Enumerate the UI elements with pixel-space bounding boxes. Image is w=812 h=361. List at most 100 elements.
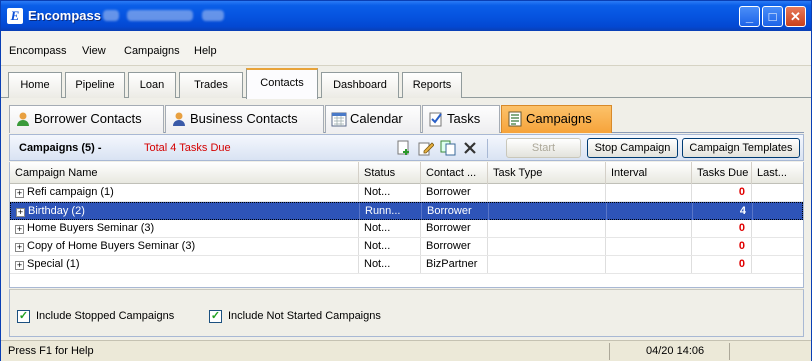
menu-help[interactable]: Help (194, 45, 217, 57)
redacted-text (127, 10, 193, 21)
cell-contact: Borrower (422, 203, 489, 220)
stop-campaign-button[interactable]: Stop Campaign (587, 138, 678, 158)
cell-text: 0 (738, 186, 745, 198)
cell-interval (606, 220, 692, 237)
expand-icon[interactable]: + (15, 261, 24, 270)
tab-label: Business Contacts (190, 111, 298, 126)
menu-bar: Encompass View Campaigns Help (1, 31, 811, 66)
cell-text: Not... (364, 258, 391, 270)
cell-task-type (488, 238, 606, 255)
cell-tasks-due: 0 (692, 184, 752, 201)
expand-icon[interactable]: + (15, 243, 24, 252)
campaigns-grid: Campaign Name Status Contact ... Task Ty… (9, 162, 804, 288)
close-button[interactable]: ✕ (785, 6, 806, 27)
tab-home[interactable]: Home (8, 72, 62, 98)
encompass-logo-icon: E (7, 8, 23, 24)
cell-interval (606, 256, 692, 273)
toolbar-separator (487, 139, 488, 158)
cell-text: Not... (364, 240, 391, 252)
cell-tasks-due: 0 (692, 256, 752, 273)
cell-text: 4 (739, 205, 746, 217)
campaign-templates-button[interactable]: Campaign Templates (682, 138, 800, 158)
include-stopped-checkbox[interactable]: ✓ (17, 310, 30, 323)
tab-business-contacts[interactable]: Business Contacts (165, 105, 324, 133)
cell-interval (607, 203, 693, 220)
cell-text: Borrower (427, 205, 472, 217)
cell-text: Not... (364, 186, 391, 198)
cell-status: Not... (359, 220, 421, 237)
column-last[interactable]: Last... (752, 162, 803, 184)
tab-borrower-contacts[interactable]: Borrower Contacts (9, 105, 164, 133)
cell-text: Runn... (365, 205, 401, 217)
contacts-sub-tabs: Borrower Contacts Business Contacts Cale… (9, 105, 804, 133)
expand-icon[interactable]: + (16, 208, 25, 217)
edit-icon[interactable] (418, 140, 434, 156)
column-status[interactable]: Status (359, 162, 421, 184)
cell-name: + Special (1) (10, 256, 359, 273)
cell-text: Borrower (426, 240, 471, 252)
cell-task-type (488, 256, 606, 273)
tab-label: Borrower Contacts (34, 111, 142, 126)
person-icon (17, 112, 29, 126)
column-campaign-name[interactable]: Campaign Name (10, 162, 359, 184)
cell-text: 0 (738, 222, 745, 234)
tab-label: Calendar (350, 111, 403, 126)
window-title: Encompass (28, 8, 101, 23)
column-interval[interactable]: Interval (606, 162, 692, 184)
table-row[interactable]: + Refi campaign (1) Not... Borrower 0 (10, 184, 803, 202)
start-button[interactable]: Start (506, 138, 581, 158)
tab-dashboard[interactable]: Dashboard (321, 72, 399, 98)
tab-contacts[interactable]: Contacts (246, 68, 318, 99)
person-icon (173, 112, 185, 126)
expand-icon[interactable]: + (15, 225, 24, 234)
title-bar[interactable]: E Encompass _ □ ✕ (1, 1, 811, 31)
calendar-icon (331, 112, 347, 127)
menu-campaigns[interactable]: Campaigns (124, 45, 180, 57)
status-bar: Press F1 for Help 04/20 14:06 (1, 340, 811, 361)
new-campaign-icon[interactable] (396, 140, 412, 156)
tab-loan[interactable]: Loan (128, 72, 176, 98)
tab-trades[interactable]: Trades (179, 72, 243, 98)
tab-pipeline[interactable]: Pipeline (65, 72, 125, 98)
table-row[interactable]: + Special (1) Not... BizPartner 0 (10, 256, 803, 274)
column-tasks-due[interactable]: Tasks Due (692, 162, 752, 184)
close-icon: ✕ (790, 9, 801, 24)
table-row[interactable]: + Home Buyers Seminar (3) Not... Borrower 0 (10, 220, 803, 238)
include-stopped-label[interactable]: Include Stopped Campaigns (36, 310, 174, 322)
maximize-button[interactable]: □ (762, 6, 783, 27)
table-row[interactable]: + Copy of Home Buyers Seminar (3) Not... Bo… (10, 238, 803, 256)
cell-interval (606, 184, 692, 201)
tab-label: Campaigns (526, 111, 592, 126)
cell-text: 0 (738, 240, 745, 252)
menu-encompass[interactable]: Encompass (9, 45, 66, 57)
tab-tasks[interactable]: Tasks (422, 105, 500, 133)
column-task-type[interactable]: Task Type (488, 162, 606, 184)
cell-last (752, 238, 803, 255)
include-not-started-checkbox[interactable]: ✓ (209, 310, 222, 323)
cell-last (752, 184, 803, 201)
tab-campaigns[interactable]: Campaigns (501, 105, 612, 133)
cell-text: Birthday (2) (28, 205, 85, 217)
column-contact[interactable]: Contact ... (421, 162, 488, 184)
table-row[interactable]: + Birthday (2) Runn... Borrower 4 (10, 202, 803, 220)
cell-contact: Borrower (421, 184, 488, 201)
expand-icon[interactable]: + (15, 189, 24, 198)
cell-name: + Refi campaign (1) (10, 184, 359, 201)
cell-text: Borrower (426, 186, 471, 198)
menu-view[interactable]: View (82, 45, 106, 57)
cell-text: BizPartner (426, 258, 478, 270)
tab-reports[interactable]: Reports (402, 72, 462, 98)
minimize-icon: _ (745, 9, 754, 24)
tab-label: Tasks (447, 111, 481, 126)
cell-task-type (489, 203, 607, 220)
cell-contact: Borrower (421, 220, 488, 237)
cell-text: Refi campaign (1) (27, 186, 114, 198)
delete-icon[interactable] (462, 140, 478, 156)
encompass-window: E Encompass _ □ ✕ Encompass View Campaig… (0, 0, 812, 361)
tab-calendar[interactable]: Calendar (325, 105, 421, 133)
cell-last (752, 256, 803, 273)
duplicate-icon[interactable] (440, 140, 456, 156)
tasks-due-summary: Total 4 Tasks Due (144, 142, 231, 154)
include-not-started-label[interactable]: Include Not Started Campaigns (228, 310, 381, 322)
minimize-button[interactable]: _ (739, 6, 760, 27)
